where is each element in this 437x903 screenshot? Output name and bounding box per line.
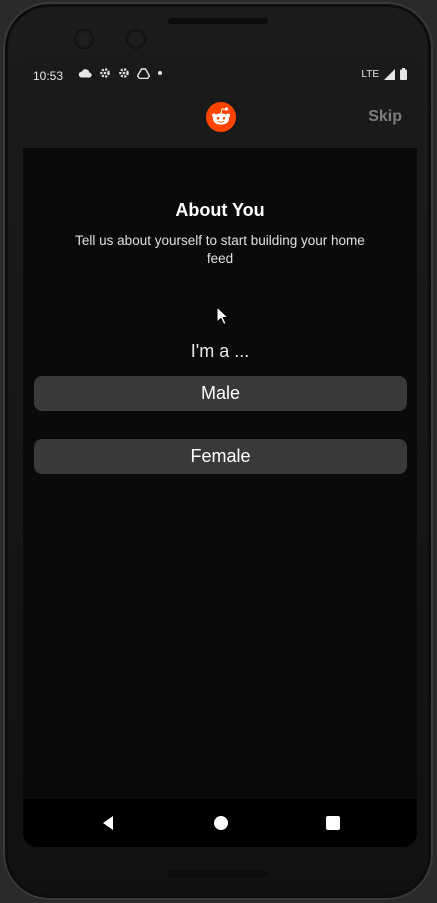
female-option-button[interactable]: Female <box>34 439 407 474</box>
dot-icon <box>158 71 162 75</box>
gear-icon <box>119 68 129 78</box>
gear-icon <box>100 68 110 78</box>
app-bar: Skip <box>23 90 417 148</box>
battery-icon <box>400 68 407 80</box>
home-icon[interactable] <box>211 813 231 833</box>
reddit-logo-icon <box>206 102 236 132</box>
gender-prompt: I'm a ... <box>190 341 250 361</box>
phone-frame: 10:53 LTE Skip About You Tell us about y… <box>3 2 433 900</box>
recents-icon[interactable] <box>323 813 343 833</box>
bottom-speaker <box>168 870 268 878</box>
front-camera <box>74 29 94 49</box>
male-option-button[interactable]: Male <box>34 376 407 411</box>
back-icon[interactable] <box>99 813 119 833</box>
cloud-icon <box>78 69 92 78</box>
status-time: 10:53 <box>33 69 64 83</box>
front-sensor <box>126 29 146 49</box>
drive-icon <box>137 67 150 79</box>
status-bar: 10:53 LTE <box>23 62 417 90</box>
system-status-icons: LTE <box>361 68 407 80</box>
screen: 10:53 LTE Skip About You Tell us about y… <box>23 62 417 847</box>
earpiece-speaker <box>168 18 268 24</box>
notification-icons <box>78 67 163 79</box>
system-navigation-bar <box>23 799 417 847</box>
mouse-pointer-icon <box>216 306 230 326</box>
skip-button[interactable]: Skip <box>368 108 402 126</box>
signal-icon <box>384 68 395 80</box>
network-type: LTE <box>361 68 379 80</box>
page-title: About You <box>175 200 265 220</box>
page-subtitle: Tell us about yourself to start building… <box>75 233 365 266</box>
